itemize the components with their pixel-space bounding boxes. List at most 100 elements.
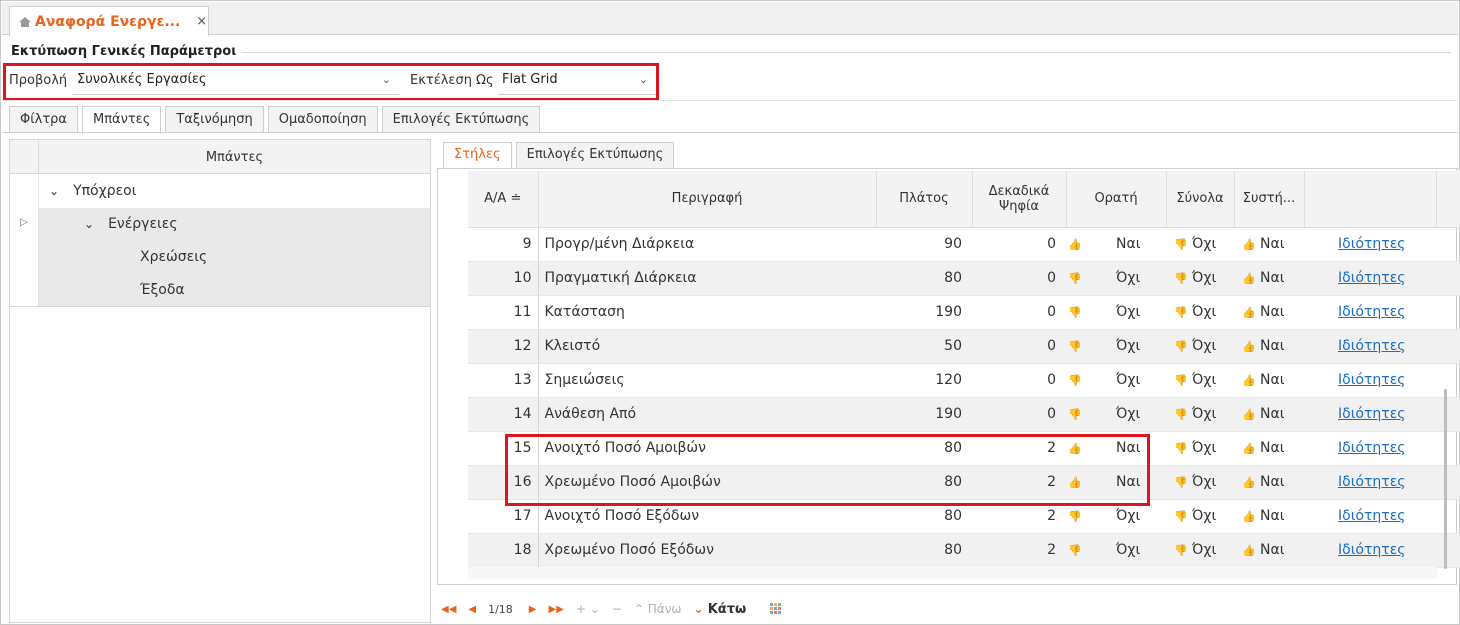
cell-visible[interactable]: 👎 Όχι [1066, 295, 1166, 330]
cell-totals[interactable]: 👎 Όχι [1166, 329, 1234, 364]
table-row[interactable]: 11 Κατάσταση 190 0 👎 Όχι 👎 Όχι 👍 Ναι Ιδιότητες [468, 295, 1460, 330]
cell-totals[interactable]: 👎 Όχι [1166, 465, 1234, 500]
tab-outer-0[interactable]: Φίλτρα [9, 106, 78, 133]
cell-desc[interactable]: Σημειώσεις [538, 363, 876, 398]
cell-totals[interactable]: 👎 Όχι [1166, 227, 1234, 262]
table-row[interactable]: 13 Σημειώσεις 120 0 👎 Όχι 👎 Όχι 👍 Ναι Ιδιότητες [468, 363, 1460, 398]
tree-item[interactable]: Έξοδα [10, 274, 430, 307]
cell-visible[interactable]: 👎 Όχι [1066, 499, 1166, 534]
properties-link[interactable]: Ιδιότητες [1338, 542, 1406, 558]
properties-link[interactable]: Ιδιότητες [1338, 270, 1406, 286]
col-header-num[interactable]: Α/Α ≐ [468, 171, 539, 228]
tab-inner-1[interactable]: Επιλογές Εκτύπωσης [515, 142, 675, 169]
cell-desc[interactable]: Κλειστό [538, 329, 876, 364]
tree-item[interactable]: ⌄ Υπόχρεοι [10, 175, 430, 208]
cell-desc[interactable]: Προγρ/μένη Διάρκεια [538, 227, 876, 262]
cell-visible[interactable]: 👍 Ναι [1066, 431, 1166, 466]
cell-totals[interactable]: 👎 Όχι [1166, 363, 1234, 398]
cell-desc[interactable]: Ανάθεση Από [538, 397, 876, 432]
cell-width[interactable]: 80 [876, 261, 972, 296]
cell-desc[interactable]: Κατάσταση [538, 295, 876, 330]
table-row[interactable]: 14 Ανάθεση Από 190 0 👎 Όχι 👎 Όχι 👍 Ναι Ιδιότητες [468, 397, 1460, 432]
cell-visible[interactable]: 👎 Όχι [1066, 533, 1166, 568]
cell-system[interactable]: 👍 Ναι [1234, 499, 1304, 534]
cell-width[interactable]: 90 [876, 227, 972, 262]
cell-width[interactable]: 190 [876, 397, 972, 432]
table-row[interactable]: 17 Ανοιχτό Ποσό Εξόδων 80 2 👎 Όχι 👎 Όχι 👍 Ναι Ιδιό… [468, 499, 1460, 534]
cell-system[interactable]: 👍 Ναι [1234, 431, 1304, 466]
cell-desc[interactable]: Χρεωμένο Ποσό Εξόδων [538, 533, 876, 568]
cell-decimals[interactable]: 0 [972, 227, 1066, 262]
cell-decimals[interactable]: 2 [972, 499, 1066, 534]
cell-decimals[interactable]: 0 [972, 363, 1066, 398]
cell-visible[interactable]: 👎 Όχι [1066, 397, 1166, 432]
col-header-desc[interactable]: Περιγραφή [538, 171, 877, 228]
properties-link[interactable]: Ιδιότητες [1338, 304, 1406, 320]
first-page-icon[interactable]: ◀◀ [441, 604, 456, 615]
document-tab[interactable]: Αναφορά Ενεργε... × [9, 6, 209, 36]
cell-system[interactable]: 👍 Ναι [1234, 295, 1304, 330]
close-icon[interactable]: × [196, 14, 207, 29]
next-page-icon[interactable]: ▶ [529, 604, 537, 615]
tree-item[interactable]: Χρεώσεις [10, 241, 430, 274]
cell-totals[interactable]: 👎 Όχι [1166, 261, 1234, 296]
cell-totals[interactable]: 👎 Όχι [1166, 533, 1234, 568]
cell-width[interactable]: 50 [876, 329, 972, 364]
remove-row-icon[interactable]: − [612, 602, 622, 616]
cell-desc[interactable]: Πραγματική Διάρκεια [538, 261, 876, 296]
cell-width[interactable]: 120 [876, 363, 972, 398]
properties-link[interactable]: Ιδιότητες [1338, 236, 1406, 252]
tab-outer-3[interactable]: Ομαδοποίηση [267, 106, 378, 133]
cell-system[interactable]: 👍 Ναι [1234, 227, 1304, 262]
col-header-width[interactable]: Πλάτος [876, 171, 973, 228]
col-header-totals[interactable]: Σύνολα [1166, 171, 1235, 228]
cell-visible[interactable]: 👎 Όχι [1066, 261, 1166, 296]
cell-decimals[interactable]: 2 [972, 431, 1066, 466]
properties-link[interactable]: Ιδιότητες [1338, 474, 1406, 490]
cell-width[interactable]: 80 [876, 431, 972, 466]
cell-width[interactable]: 80 [876, 499, 972, 534]
cell-totals[interactable]: 👎 Όχι [1166, 397, 1234, 432]
table-row[interactable]: 10 Πραγματική Διάρκεια 80 0 👎 Όχι 👎 Όχι 👍 Ναι Ιδιό… [468, 261, 1460, 296]
cell-desc[interactable]: Ανοιχτό Ποσό Εξόδων [538, 499, 876, 534]
table-row[interactable]: 15 Ανοιχτό Ποσό Αμοιβών 80 2 👍 Ναι 👎 Όχι 👍 Ναι Ιδι… [468, 431, 1460, 466]
cell-system[interactable]: 👍 Ναι [1234, 329, 1304, 364]
tab-inner-0[interactable]: Στήλες [443, 142, 512, 170]
table-row[interactable]: 9 Προγρ/μένη Διάρκεια 90 0 👍 Ναι 👎 Όχι 👍 Ναι Ιδιότ… [468, 227, 1460, 262]
cell-system[interactable]: 👍 Ναι [1234, 261, 1304, 296]
grid-settings-icon[interactable] [770, 603, 783, 615]
col-header-decimals[interactable]: Δεκαδικά Ψηφία [972, 171, 1067, 228]
prev-page-icon[interactable]: ◀ [468, 604, 476, 615]
expand-chevron-icon[interactable]: ⌄ [84, 217, 94, 231]
cell-totals[interactable]: 👎 Όχι [1166, 431, 1234, 466]
expand-chevron-icon[interactable]: ⌄ [49, 184, 59, 198]
last-page-icon[interactable]: ▶▶ [549, 604, 564, 615]
cell-decimals[interactable]: 0 [972, 261, 1066, 296]
add-row-icon[interactable]: + ⌄ [576, 602, 600, 616]
cell-desc[interactable]: Ανοιχτό Ποσό Αμοιβών [538, 431, 876, 466]
cell-system[interactable]: 👍 Ναι [1234, 363, 1304, 398]
cell-width[interactable]: 190 [876, 295, 972, 330]
table-row[interactable]: 16 Χρεωμένο Ποσό Αμοιβών 80 2 👍 Ναι 👎 Όχι 👍 Ναι Ιδ… [468, 465, 1460, 500]
tab-outer-4[interactable]: Επιλογές Εκτύπωσης [381, 106, 541, 133]
cell-visible[interactable]: 👍 Ναι [1066, 465, 1166, 500]
cell-visible[interactable]: 👍 Ναι [1066, 227, 1166, 262]
properties-link[interactable]: Ιδιότητες [1338, 372, 1406, 388]
properties-link[interactable]: Ιδιότητες [1338, 508, 1406, 524]
table-row[interactable]: 12 Κλειστό 50 0 👎 Όχι 👎 Όχι 👍 Ναι Ιδιότητες [468, 329, 1460, 364]
cell-totals[interactable]: 👎 Όχι [1166, 499, 1234, 534]
cell-width[interactable]: 80 [876, 465, 972, 500]
cell-visible[interactable]: 👎 Όχι [1066, 329, 1166, 364]
properties-link[interactable]: Ιδιότητες [1338, 406, 1406, 422]
properties-link[interactable]: Ιδιότητες [1338, 440, 1406, 456]
cell-decimals[interactable]: 2 [972, 533, 1066, 568]
cell-totals[interactable]: 👎 Όχι [1166, 295, 1234, 330]
vertical-scrollbar[interactable] [1444, 389, 1447, 569]
move-down-button[interactable]: ⌄ Κάτω [693, 602, 746, 617]
cell-decimals[interactable]: 2 [972, 465, 1066, 500]
cell-system[interactable]: 👍 Ναι [1234, 533, 1304, 568]
cell-system[interactable]: 👍 Ναι [1234, 465, 1304, 500]
cell-decimals[interactable]: 0 [972, 329, 1066, 364]
col-header-visible[interactable]: Ορατή [1066, 171, 1167, 228]
cell-visible[interactable]: 👎 Όχι [1066, 363, 1166, 398]
